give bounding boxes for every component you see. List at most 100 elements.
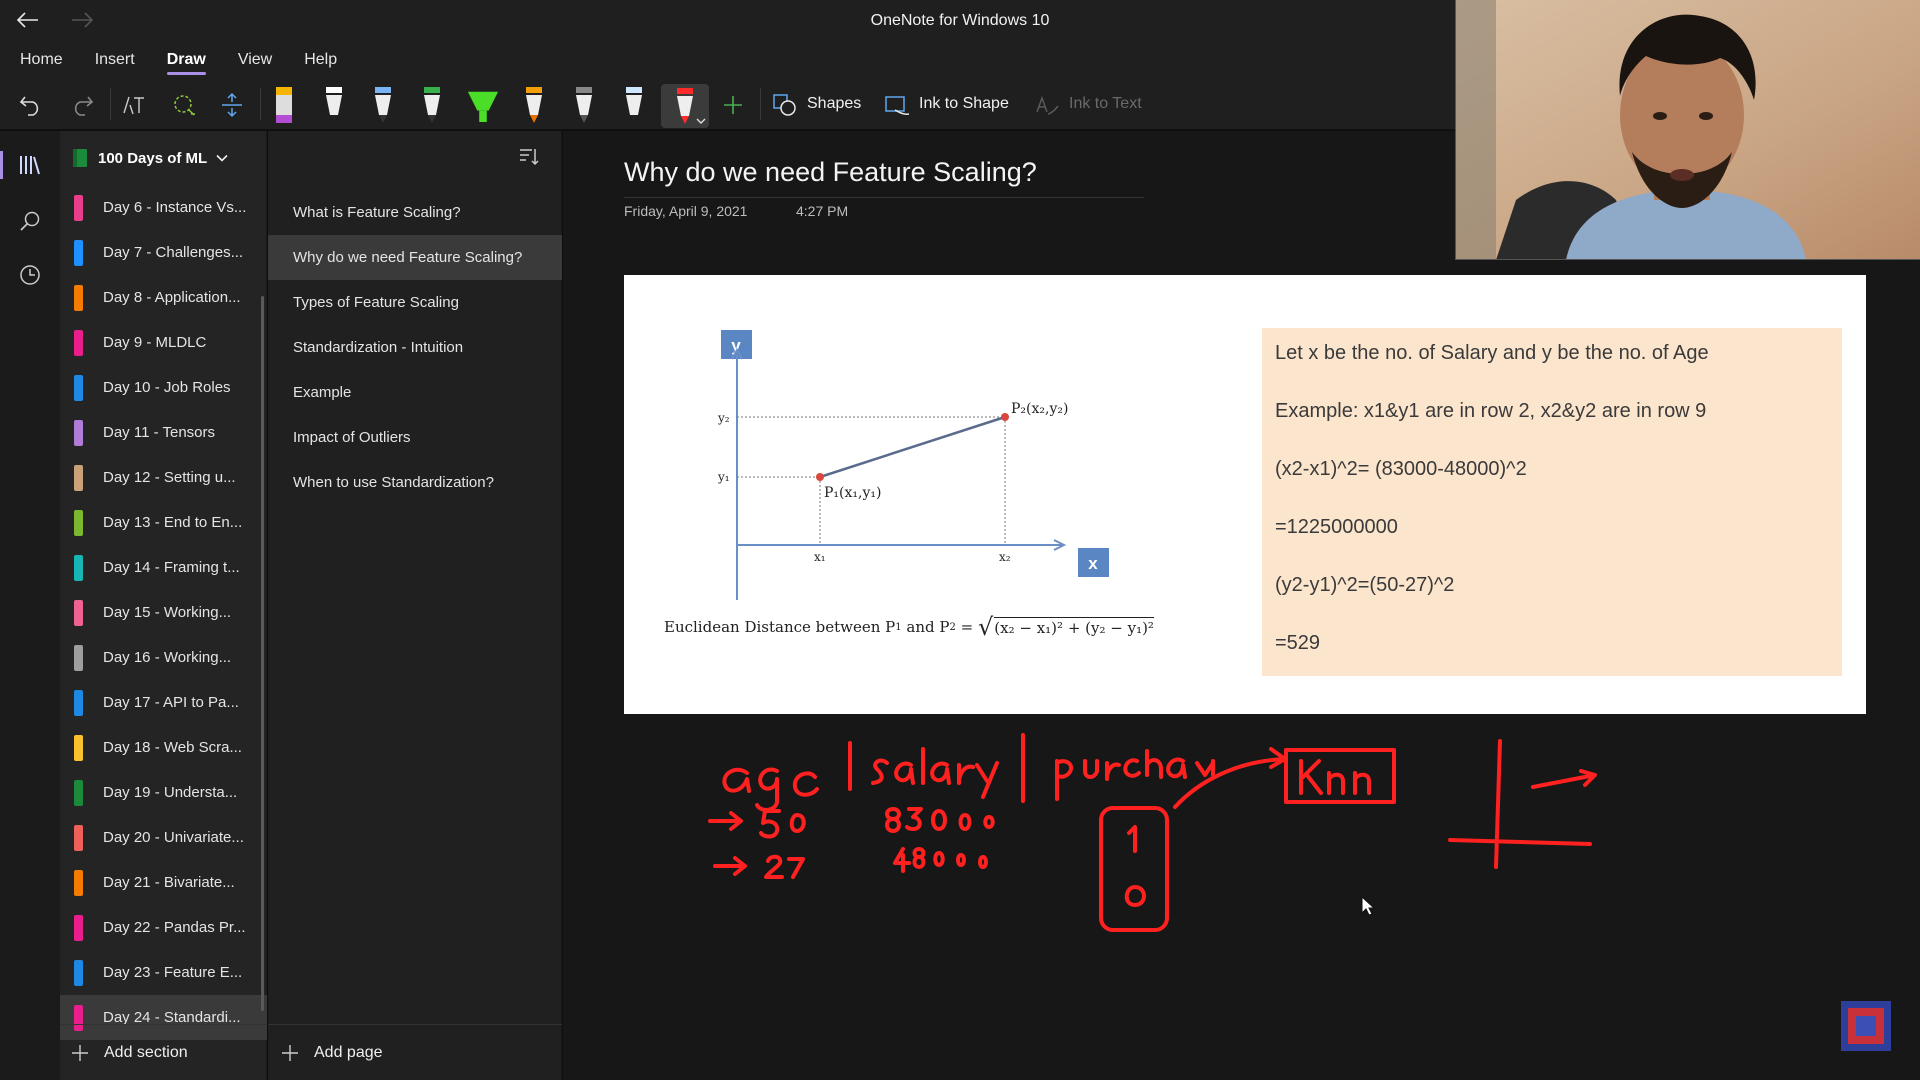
add-space-button[interactable] xyxy=(215,88,249,122)
ink-num-0 xyxy=(1124,885,1146,907)
ink-to-shape-label[interactable]: Ink to Shape xyxy=(919,95,1009,113)
mouse-cursor xyxy=(1361,896,1375,916)
section-label: Day 9 - MLDLC xyxy=(103,334,207,351)
sections-scrollbar[interactable] xyxy=(261,296,264,1011)
section-item[interactable]: Day 12 - Setting u... xyxy=(60,455,267,500)
pen-orange[interactable] xyxy=(517,87,551,123)
section-item[interactable]: Day 20 - Univariate... xyxy=(60,815,267,860)
ink-to-text-label[interactable]: Ink to Text xyxy=(1069,95,1142,113)
section-label: Day 12 - Setting u... xyxy=(103,469,236,486)
page-item[interactable]: When to use Standardization? xyxy=(268,460,562,505)
pen-highlighter[interactable] xyxy=(267,87,301,123)
section-item[interactable]: Day 6 - Instance Vs... xyxy=(60,185,267,230)
plus-icon xyxy=(724,96,742,114)
shapes-button[interactable] xyxy=(768,88,802,122)
section-item[interactable]: Day 8 - Application... xyxy=(60,275,267,320)
section-item[interactable]: Day 23 - Feature E... xyxy=(60,950,267,995)
webcam-overlay xyxy=(1455,0,1920,260)
section-label: Day 10 - Job Roles xyxy=(103,379,231,396)
ink-num-1 xyxy=(1127,825,1137,853)
pen-icon xyxy=(626,87,642,123)
ink-to-shape-button[interactable] xyxy=(880,88,914,122)
tab-home[interactable]: Home xyxy=(8,42,75,78)
page-item[interactable]: Example xyxy=(268,370,562,415)
add-pen-button[interactable] xyxy=(716,88,750,122)
lasso-select-button[interactable] xyxy=(167,88,201,122)
pen-icon xyxy=(576,87,592,123)
section-color-tab xyxy=(74,690,83,716)
pen-green-highlighter[interactable] xyxy=(466,88,500,122)
undo-button[interactable] xyxy=(14,88,48,122)
section-item[interactable]: Day 9 - MLDLC xyxy=(60,320,267,365)
shapes-label[interactable]: Shapes xyxy=(807,95,861,113)
page-item[interactable]: Impact of Outliers xyxy=(268,415,562,460)
section-item[interactable]: Day 19 - Understa... xyxy=(60,770,267,815)
sort-pages-button[interactable] xyxy=(518,147,540,172)
text-select-icon xyxy=(123,96,144,115)
ink-axis-vertical xyxy=(1494,739,1502,869)
handwritten-ink[interactable] xyxy=(563,131,1920,1080)
section-label: Day 14 - Framing t... xyxy=(103,559,240,576)
search-button[interactable] xyxy=(0,199,60,243)
type-select-button[interactable] xyxy=(116,88,150,122)
recent-button[interactable] xyxy=(0,253,60,297)
toolbar-divider xyxy=(760,88,761,120)
section-label: Day 17 - API to Pa... xyxy=(103,694,239,711)
pen-icon xyxy=(526,87,542,123)
ink-to-text-icon xyxy=(1036,95,1059,115)
ink-to-text-button[interactable] xyxy=(1030,88,1064,122)
pen-green[interactable] xyxy=(415,87,449,123)
search-icon xyxy=(20,211,40,231)
note-canvas[interactable]: Why do we need Feature Scaling? Friday, … xyxy=(563,131,1920,1080)
add-section-button[interactable]: Add section xyxy=(60,1024,267,1080)
section-item[interactable]: Day 16 - Working... xyxy=(60,635,267,680)
insert-space-icon xyxy=(222,92,242,118)
app-badge-icon xyxy=(1841,1001,1891,1051)
tab-insert[interactable]: Insert xyxy=(83,42,147,78)
navigation-rail xyxy=(0,131,60,1080)
tab-help[interactable]: Help xyxy=(292,42,349,78)
chevron-down-icon xyxy=(216,154,228,162)
section-item[interactable]: Day 15 - Working... xyxy=(60,590,267,635)
pen-icon xyxy=(326,87,342,123)
ink-arrow-row1 xyxy=(708,811,743,831)
pen-gray[interactable] xyxy=(567,87,601,123)
pen-icon xyxy=(677,88,693,124)
section-item[interactable]: Day 17 - API to Pa... xyxy=(60,680,267,725)
ink-word-knn xyxy=(1299,759,1371,795)
page-item[interactable]: Standardization - Intuition xyxy=(268,325,562,370)
tab-view[interactable]: View xyxy=(226,42,284,78)
plus-icon xyxy=(282,1044,298,1061)
section-item[interactable]: Day 10 - Job Roles xyxy=(60,365,267,410)
chevron-down-icon[interactable] xyxy=(696,117,706,125)
ink-num-50 xyxy=(759,809,806,839)
add-page-button[interactable]: Add page xyxy=(268,1024,562,1080)
redo-button[interactable] xyxy=(65,88,99,122)
pen-blue[interactable] xyxy=(366,87,400,123)
section-item[interactable]: Day 18 - Web Scra... xyxy=(60,725,267,770)
section-item[interactable]: Day 14 - Framing t... xyxy=(60,545,267,590)
ink-arrow xyxy=(1173,747,1287,809)
page-item[interactable]: Types of Feature Scaling xyxy=(268,280,562,325)
page-item[interactable]: What is Feature Scaling? xyxy=(268,190,562,235)
tab-draw[interactable]: Draw xyxy=(155,42,218,78)
page-item[interactable]: Why do we need Feature Scaling? xyxy=(268,235,562,280)
section-item[interactable]: Day 21 - Bivariate... xyxy=(60,860,267,905)
undo-icon xyxy=(19,96,39,116)
ink-vector-arrow xyxy=(1531,769,1597,789)
sections-panel: 100 Days of ML Day 6 - Instance Vs... Day… xyxy=(60,131,267,1080)
notebooks-button[interactable] xyxy=(0,143,60,187)
pen-white[interactable] xyxy=(317,87,351,123)
notebook-selector[interactable]: 100 Days of ML xyxy=(60,131,267,185)
lasso-icon xyxy=(174,95,195,116)
ink-arrow-row2 xyxy=(713,856,747,876)
section-color-tab xyxy=(74,510,83,536)
pen-icon xyxy=(375,87,391,123)
section-item[interactable]: Day 7 - Challenges... xyxy=(60,230,267,275)
section-item[interactable]: Day 13 - End to En... xyxy=(60,500,267,545)
pen-red-selected[interactable] xyxy=(661,84,709,128)
section-item[interactable]: Day 22 - Pandas Pr... xyxy=(60,905,267,950)
pen-light-blue[interactable] xyxy=(617,87,651,123)
section-item[interactable]: Day 11 - Tensors xyxy=(60,410,267,455)
section-label: Day 8 - Application... xyxy=(103,289,241,306)
